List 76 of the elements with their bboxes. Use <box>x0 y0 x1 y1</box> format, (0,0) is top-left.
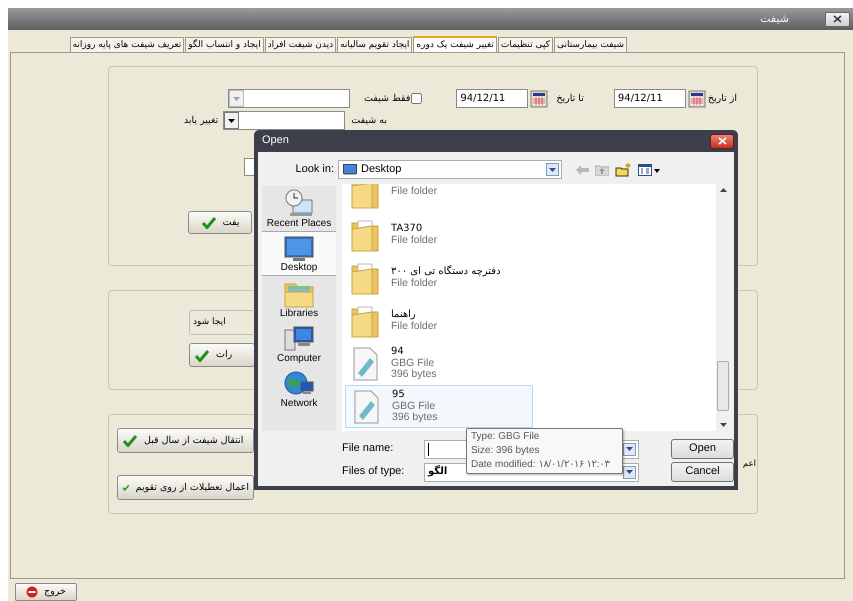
file-item[interactable]: 95 GBG File 396 bytes <box>345 385 533 428</box>
file-name: دفترچه دستگاه تی ای ۳۰۰ <box>391 266 501 278</box>
close-icon <box>833 15 842 23</box>
date-field[interactable]: 94/12/11 <box>614 89 686 108</box>
close-button[interactable] <box>710 134 734 148</box>
calendar-icon[interactable] <box>688 90 706 108</box>
caret-down-icon <box>549 168 556 172</box>
file-type: File folder <box>391 320 438 332</box>
checkbox-label: فقط شیفت <box>364 92 410 104</box>
caret-up-icon <box>720 188 726 192</box>
place-item[interactable]: Network <box>262 366 336 411</box>
place-item[interactable]: Libraries <box>262 276 336 321</box>
apply-button[interactable]: یفت <box>188 211 252 234</box>
field-label: اعم <box>742 458 756 470</box>
file-size: 396 bytes <box>392 412 438 424</box>
dropdown[interactable] <box>223 111 346 130</box>
file-name: راهنما <box>391 309 417 320</box>
file-item[interactable]: TA370 File folder <box>345 213 533 256</box>
file-name: 95 <box>392 389 406 401</box>
file-type: GBG File <box>391 358 436 369</box>
tab[interactable]: تغییر شیفت یک دوره <box>413 36 497 52</box>
caret-down-icon <box>228 118 236 122</box>
dropdown[interactable]: Desktop <box>338 160 562 179</box>
check-icon <box>194 348 210 362</box>
tab[interactable]: ایجاد و انتساب الگو <box>185 37 264 52</box>
field-label: از تاریخ <box>708 92 737 104</box>
caret-down-icon <box>626 470 633 474</box>
caret-down-icon <box>720 423 726 427</box>
monitor-icon <box>284 236 314 262</box>
tab[interactable]: تعریف شیفت های پایه روزانه <box>70 37 184 52</box>
date-field[interactable]: 94/12/11 <box>456 89 528 108</box>
file-size: 396 bytes <box>391 369 437 381</box>
folder-up-icon[interactable] <box>595 164 609 176</box>
file-name: 94 <box>391 346 405 358</box>
tab[interactable]: دیدن شیفت افراد <box>264 37 336 52</box>
field-label: به شیفت <box>351 114 387 126</box>
field-label: Look in: <box>294 162 335 176</box>
field-label: Files of type: <box>342 465 406 479</box>
computer-icon <box>284 325 314 353</box>
file-item[interactable]: File folder <box>345 184 533 213</box>
field-label: تا تاریخ <box>556 92 584 104</box>
close-button[interactable] <box>825 12 850 26</box>
button[interactable]: اعمال تعطیلات از روی تقویم <box>117 475 254 500</box>
file-type: File folder <box>391 278 438 289</box>
button[interactable]: رات <box>189 343 255 367</box>
button[interactable]: Cancel <box>671 462 734 482</box>
place-item[interactable]: Computer <box>262 321 336 366</box>
place-item[interactable]: Desktop <box>262 231 336 276</box>
close-icon <box>718 137 726 145</box>
caret-down-icon <box>626 447 633 451</box>
file-name: TA370 <box>391 223 424 234</box>
tab[interactable]: ایجاد تقویم سالیانه <box>337 37 412 52</box>
no-entry-icon <box>26 586 38 598</box>
monitor-icon <box>343 164 357 175</box>
scrollbar-thumb[interactable] <box>717 361 729 411</box>
button[interactable]: Open <box>671 439 734 459</box>
file-type: File folder <box>391 234 438 246</box>
check-icon <box>122 434 138 447</box>
file-type: GBG File <box>392 400 436 412</box>
file-item[interactable]: 94 GBG File 396 bytes <box>345 342 533 385</box>
button[interactable]: انتقال شیفت از سال قبل <box>117 428 254 453</box>
checkbox[interactable] <box>411 93 422 104</box>
exit-button[interactable]: خروج <box>15 583 77 601</box>
place-item[interactable]: Recent Places <box>262 186 336 231</box>
file-type: File folder <box>391 186 438 198</box>
field-label: تغییر یابد <box>184 114 218 126</box>
field-label: File name: <box>342 442 394 456</box>
view-menu-icon[interactable] <box>638 164 660 176</box>
tab[interactable]: شیفت بیمارستانی <box>554 37 627 52</box>
calendar-icon[interactable] <box>530 90 548 108</box>
window-title: شیفت <box>760 12 789 26</box>
new-folder-icon[interactable] <box>615 162 632 176</box>
tab[interactable]: کپی تنظیمات <box>498 37 553 52</box>
caret-down-icon <box>233 96 240 100</box>
dialog-title: Open <box>262 134 289 148</box>
check-icon <box>200 216 217 229</box>
